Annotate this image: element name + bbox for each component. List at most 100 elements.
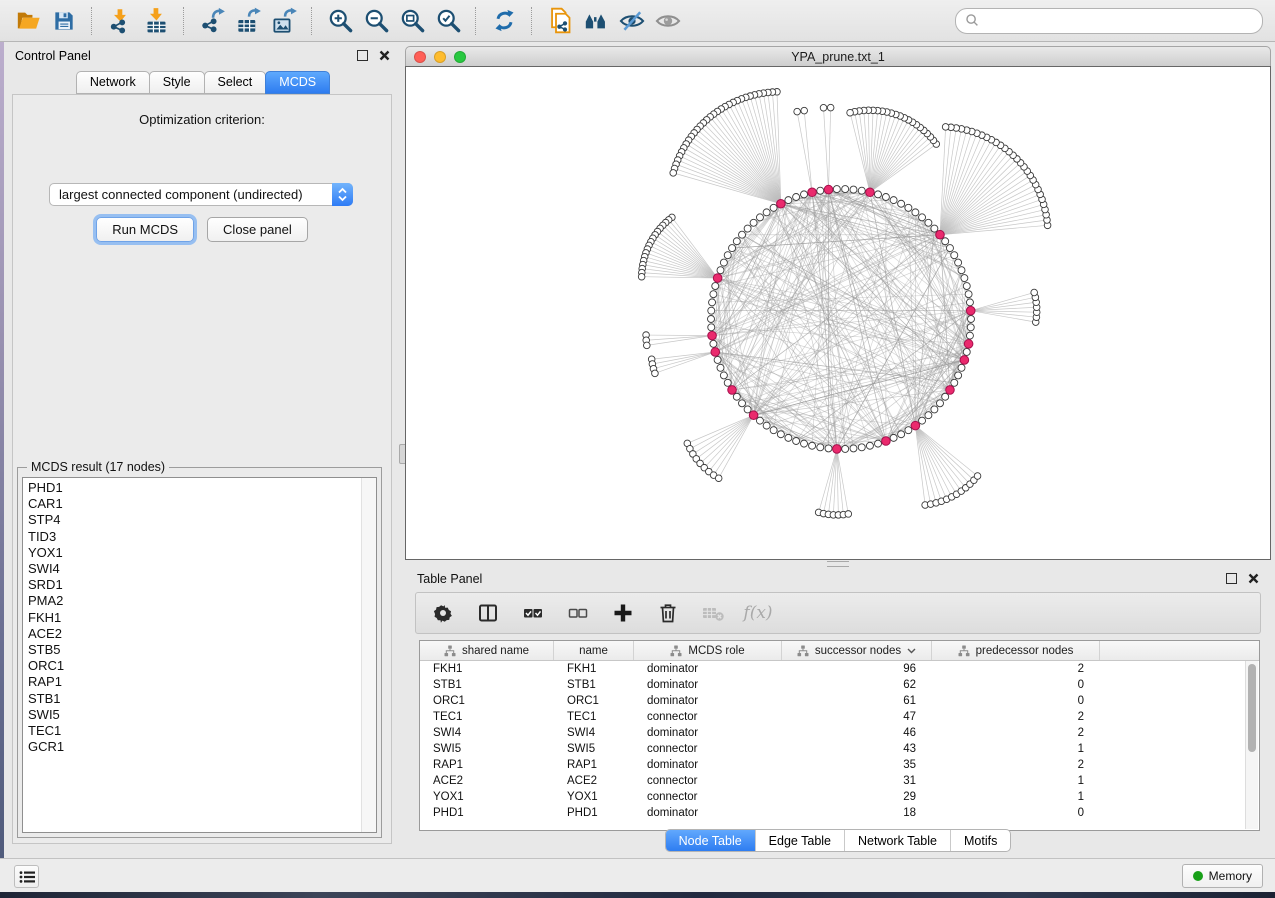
tab-style[interactable]: Style — [149, 71, 205, 94]
mcds-result-item[interactable]: SWI5 — [28, 707, 376, 723]
close-table-panel-icon[interactable] — [1248, 573, 1259, 584]
zoom-fit-icon — [399, 7, 426, 34]
table-row[interactable]: TEC1TEC1connector472 — [420, 709, 1259, 725]
mcds-result-item[interactable]: STB5 — [28, 642, 376, 658]
close-traffic-light[interactable] — [414, 51, 426, 63]
run-mcds-button[interactable]: Run MCDS — [96, 217, 194, 242]
table-scrollbar[interactable] — [1245, 661, 1258, 829]
sort-desc-icon — [907, 648, 916, 654]
column-header[interactable]: shared name — [420, 641, 554, 660]
table-row[interactable]: FKH1FKH1dominator962 — [420, 661, 1259, 677]
table-row[interactable]: ACE2ACE2connector311 — [420, 773, 1259, 789]
column-header[interactable]: MCDS role — [634, 641, 782, 660]
desktop-wallpaper-bottom — [0, 892, 1275, 898]
control-panel-title: Control Panel — [15, 49, 91, 63]
toggle-panes-button[interactable] — [475, 600, 501, 626]
import-table-button[interactable] — [138, 4, 174, 38]
binoculars-icon — [583, 7, 610, 34]
export-table-button[interactable] — [230, 4, 266, 38]
export-image-button[interactable] — [266, 4, 302, 38]
find-button[interactable] — [578, 4, 614, 38]
import-network-button[interactable] — [102, 4, 138, 38]
tab-edge-table[interactable]: Edge Table — [755, 830, 844, 851]
minimize-traffic-light[interactable] — [434, 51, 446, 63]
mcds-result-item[interactable]: FKH1 — [28, 610, 376, 626]
save-session-button[interactable] — [46, 4, 82, 38]
task-history-button[interactable] — [14, 865, 39, 888]
mcds-result-item[interactable]: STP4 — [28, 512, 376, 528]
table-row[interactable]: ORC1ORC1dominator610 — [420, 693, 1259, 709]
mcds-list-scrollbar[interactable] — [361, 478, 376, 832]
table-row[interactable]: STB1STB1dominator620 — [420, 677, 1259, 693]
zoom-in-button[interactable] — [322, 4, 358, 38]
mcds-result-item[interactable]: ACE2 — [28, 626, 376, 642]
mcds-result-item[interactable]: CAR1 — [28, 496, 376, 512]
eye-slash-icon — [618, 7, 646, 35]
column-header[interactable]: name — [554, 641, 634, 660]
tab-network-table[interactable]: Network Table — [844, 830, 950, 851]
network-canvas[interactable] — [405, 66, 1271, 560]
mcds-result-item[interactable]: GCR1 — [28, 739, 376, 755]
table-row[interactable]: PHD1PHD1dominator180 — [420, 805, 1259, 821]
tab-mcds[interactable]: MCDS — [265, 71, 330, 94]
show-all-button[interactable] — [650, 4, 686, 38]
column-type-icon — [797, 645, 809, 657]
delete-columns-button[interactable] — [655, 600, 681, 626]
mcds-result-item[interactable]: SWI4 — [28, 561, 376, 577]
import-table-icon — [143, 7, 170, 34]
float-panel-icon[interactable] — [357, 50, 368, 61]
control-panel-header: Control Panel — [4, 43, 401, 68]
tab-node-table[interactable]: Node Table — [666, 830, 755, 851]
mcds-result-item[interactable]: STB1 — [28, 691, 376, 707]
zoom-fit-button[interactable] — [394, 4, 430, 38]
hide-selected-button[interactable] — [614, 4, 650, 38]
table-row[interactable]: SWI4SWI4dominator462 — [420, 725, 1259, 741]
memory-button[interactable]: Memory — [1182, 864, 1263, 888]
mcds-result-list: PHD1CAR1STP4TID3YOX1SWI4SRD1PMA2FKH1ACE2… — [22, 477, 377, 833]
export-network-button[interactable] — [194, 4, 230, 38]
function-builder-button[interactable]: f(x) — [745, 600, 771, 626]
mcds-result-item[interactable]: PHD1 — [28, 480, 376, 496]
mcds-result-item[interactable]: PMA2 — [28, 593, 376, 609]
tab-motifs[interactable]: Motifs — [950, 830, 1010, 851]
tab-network[interactable]: Network — [76, 71, 150, 94]
optimization-criterion-select[interactable]: largest connected component (undirected) — [49, 183, 353, 206]
tab-select[interactable]: Select — [204, 71, 267, 94]
table-scrollbar-thumb[interactable] — [1248, 664, 1256, 752]
table-panel-title: Table Panel — [417, 572, 482, 586]
mcds-panel: Optimization criterion: largest connecte… — [12, 94, 392, 844]
column-header[interactable]: predecessor nodes — [932, 641, 1100, 660]
mcds-result-item[interactable]: RAP1 — [28, 674, 376, 690]
mcds-result-item[interactable]: TID3 — [28, 529, 376, 545]
table-settings-button[interactable] — [430, 600, 456, 626]
float-table-panel-icon[interactable] — [1226, 573, 1237, 584]
horizontal-splitter[interactable] — [405, 560, 1271, 567]
column-type-icon — [444, 645, 456, 657]
toolbar-separator — [91, 7, 93, 35]
apply-layout-button[interactable] — [486, 4, 522, 38]
split-columns-icon — [477, 602, 499, 624]
mcds-result-item[interactable]: YOX1 — [28, 545, 376, 561]
delete-table-button[interactable] — [700, 600, 726, 626]
table-row[interactable]: SWI5SWI5connector431 — [420, 741, 1259, 757]
memory-status-dot — [1193, 871, 1203, 881]
open-file-button[interactable] — [10, 4, 46, 38]
mcds-result-groupbox: MCDS result (17 nodes) PHD1CAR1STP4TID3Y… — [17, 467, 382, 838]
search-input[interactable] — [980, 13, 1253, 29]
mcds-result-item[interactable]: ORC1 — [28, 658, 376, 674]
table-row[interactable]: YOX1YOX1connector291 — [420, 789, 1259, 805]
mcds-result-item[interactable]: SRD1 — [28, 577, 376, 593]
maximize-traffic-light[interactable] — [454, 51, 466, 63]
close-panel-button[interactable]: Close panel — [207, 217, 308, 242]
network-window-titlebar[interactable]: YPA_prune.txt_1 — [405, 46, 1271, 66]
select-all-rows-button[interactable] — [520, 600, 546, 626]
deselect-all-rows-button[interactable] — [565, 600, 591, 626]
column-header[interactable]: successor nodes — [782, 641, 932, 660]
new-network-from-selection-button[interactable] — [542, 4, 578, 38]
mcds-result-item[interactable]: TEC1 — [28, 723, 376, 739]
close-panel-icon[interactable] — [379, 50, 390, 61]
zoom-selected-button[interactable] — [430, 4, 466, 38]
table-row[interactable]: RAP1RAP1dominator352 — [420, 757, 1259, 773]
add-column-button[interactable] — [610, 600, 636, 626]
zoom-out-button[interactable] — [358, 4, 394, 38]
